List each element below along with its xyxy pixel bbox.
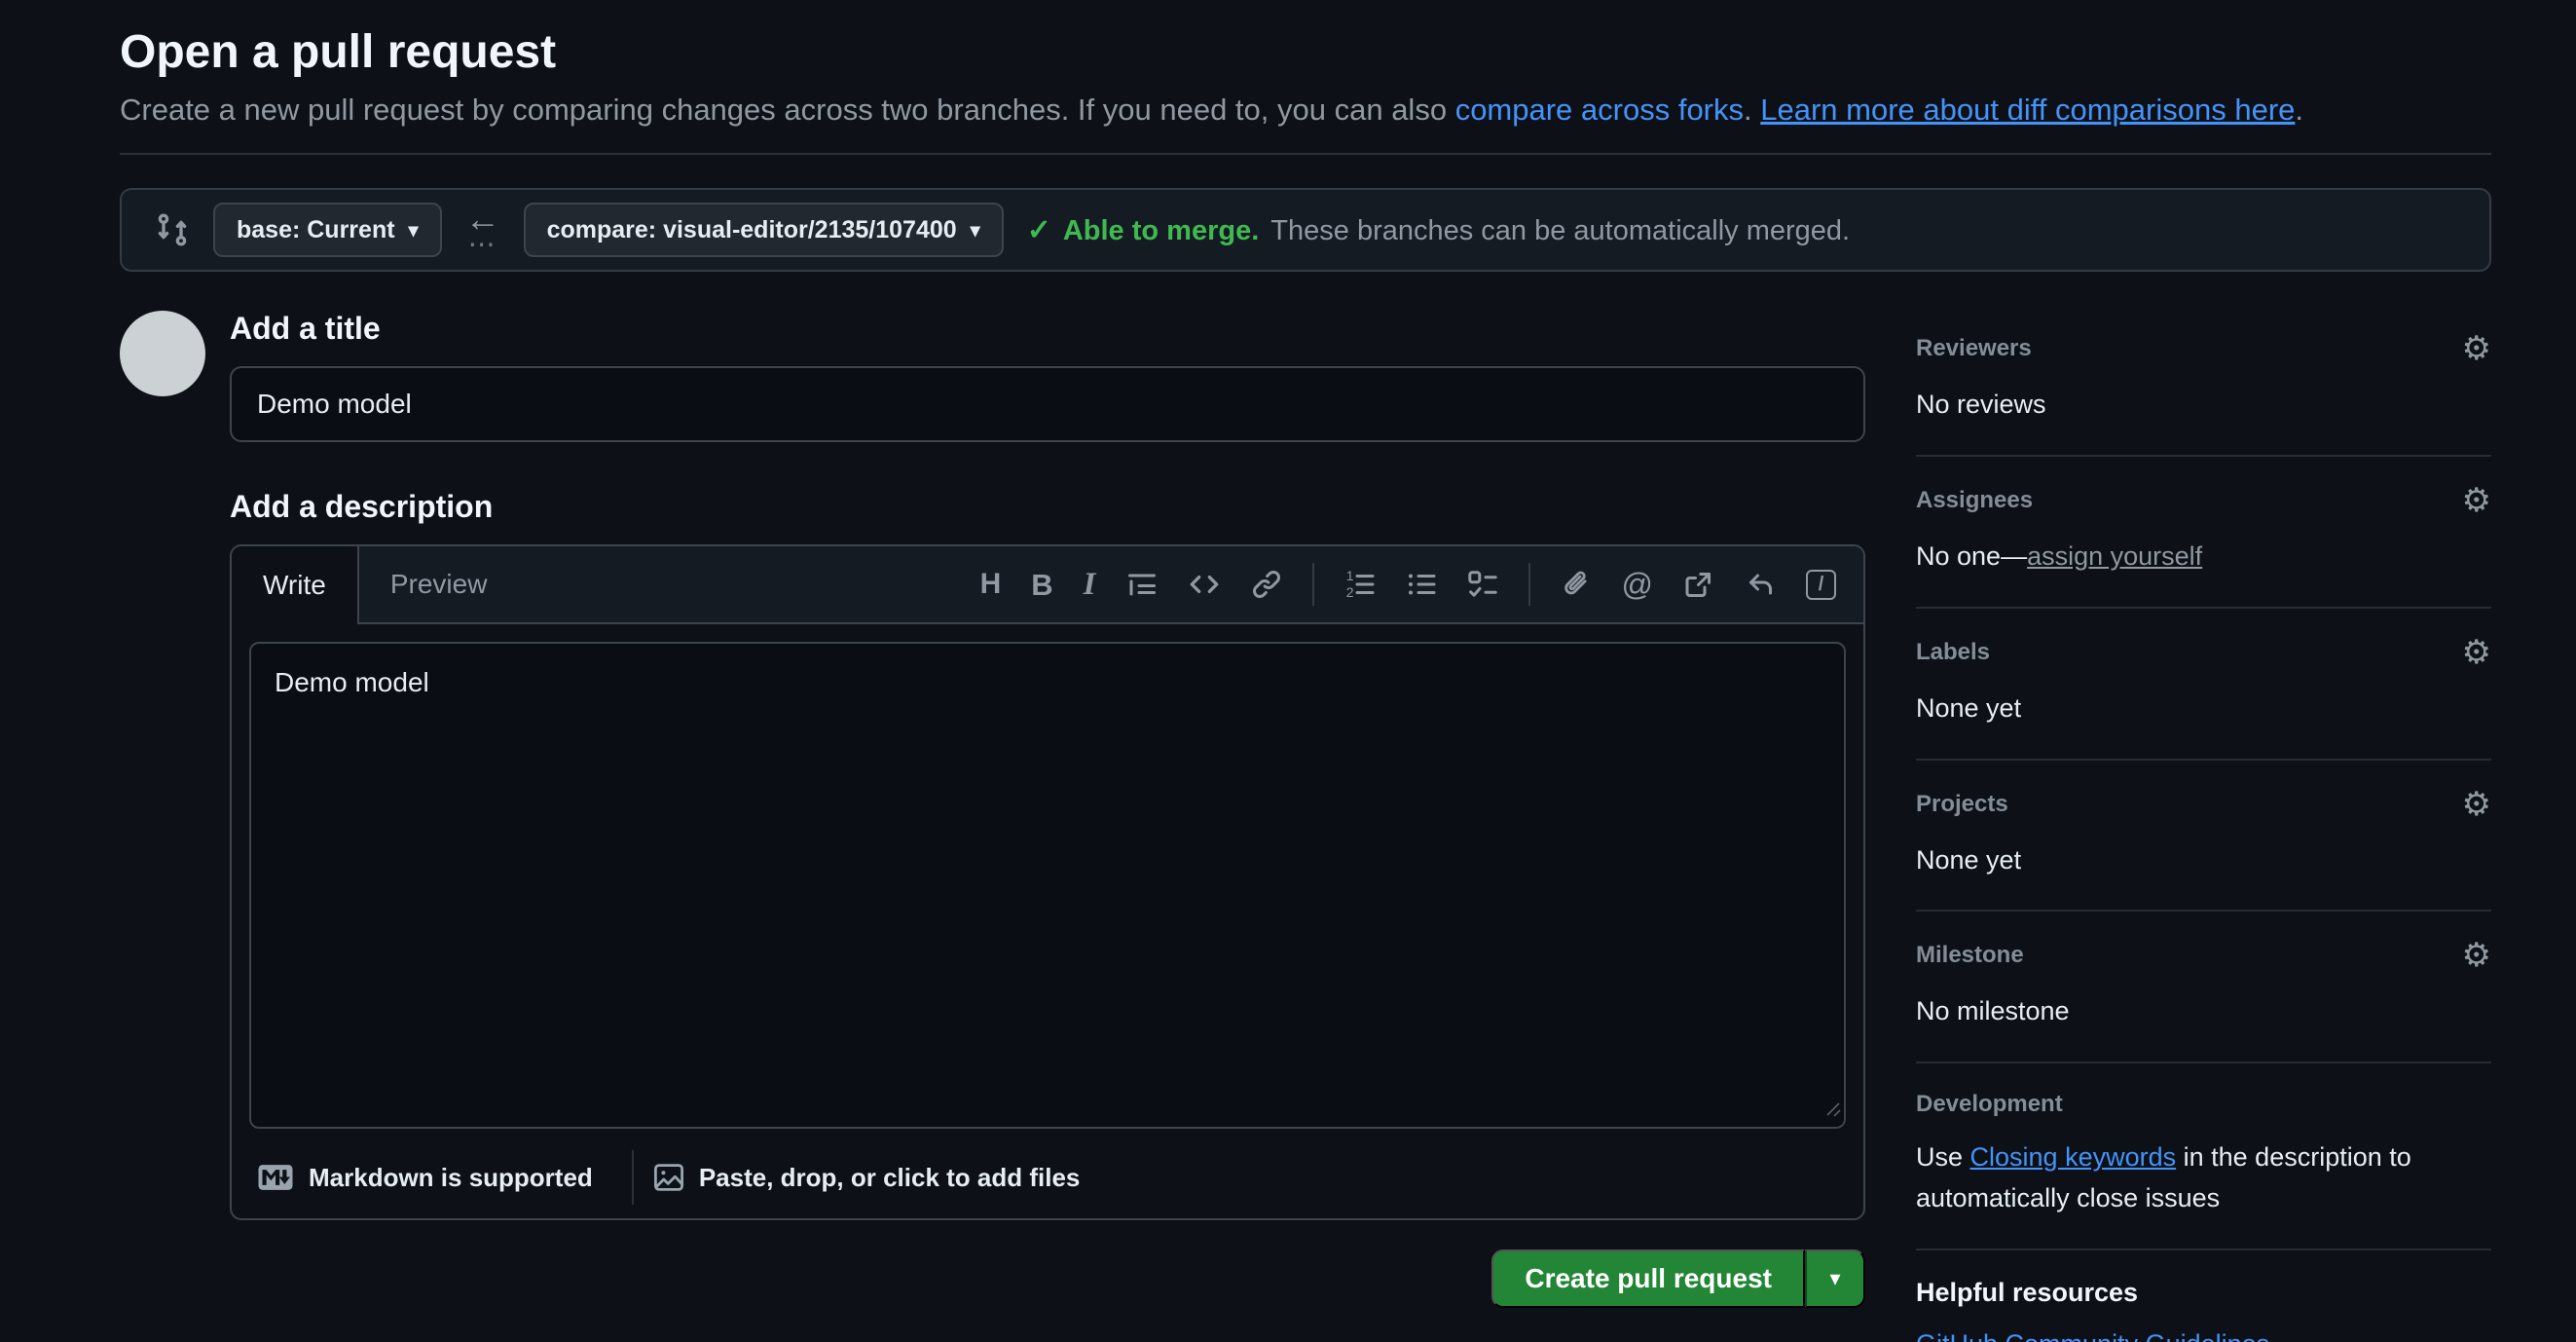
- labels-title: Labels: [1916, 639, 1990, 666]
- title-section-heading: Add a title: [230, 311, 1865, 347]
- main-row: Add a title Add a description Write Prev…: [120, 311, 2491, 1342]
- gear-icon[interactable]: ⚙: [2462, 636, 2491, 669]
- editor-body: Demo model: [232, 624, 1863, 1146]
- compare-branch-dropdown[interactable]: compare: visual-editor/2135/107400 ▾: [524, 203, 1004, 257]
- create-pull-request-button[interactable]: Create pull request: [1491, 1249, 1805, 1308]
- tab-write[interactable]: Write: [232, 546, 359, 624]
- sidebar: Reviewers ⚙ No reviews Assignees ⚙ No on…: [1916, 311, 2491, 1342]
- compare-across-forks-link[interactable]: compare across forks: [1455, 93, 1744, 127]
- sidebar-section-reviewers: Reviewers ⚙ No reviews: [1916, 332, 2491, 457]
- markdown-supported-button[interactable]: Markdown is supported: [238, 1156, 632, 1199]
- actions-row: Create pull request ▾: [230, 1249, 1865, 1308]
- pr-form-column: Add a title Add a description Write Prev…: [230, 311, 1865, 1342]
- projects-title: Projects: [1916, 791, 2008, 818]
- open-pull-request-page: Open a pull request Create a new pull re…: [0, 0, 2576, 1342]
- sidebar-section-labels: Labels ⚙ None yet: [1916, 636, 2491, 761]
- labels-value: None yet: [1916, 689, 2491, 729]
- gear-icon[interactable]: ⚙: [2462, 332, 2491, 365]
- diff-comparisons-link[interactable]: Learn more about diff comparisons here: [1760, 93, 2295, 127]
- pr-title-input[interactable]: [230, 366, 1865, 442]
- git-compare-icon: [155, 212, 190, 247]
- gear-icon[interactable]: ⚙: [2462, 484, 2491, 517]
- base-branch-label: base: Current: [237, 216, 395, 244]
- chevron-down-icon: ▾: [409, 218, 419, 242]
- gear-icon[interactable]: ⚙: [2462, 939, 2491, 972]
- page-subtitle: Create a new pull request by comparing c…: [120, 93, 2491, 155]
- markdown-editor: Write Preview H B I: [230, 544, 1865, 1220]
- create-pull-request-dropdown[interactable]: ▾: [1805, 1249, 1865, 1308]
- check-icon: ✓: [1027, 213, 1051, 247]
- helpful-community-guidelines-link[interactable]: GitHub Community Guidelines: [1916, 1329, 2491, 1342]
- resize-grip[interactable]: [1822, 1093, 1841, 1124]
- add-files-button[interactable]: Paste, drop, or click to add files: [634, 1156, 1120, 1199]
- assignees-value-text: No one—: [1916, 541, 2027, 571]
- mention-icon[interactable]: @: [1622, 569, 1653, 600]
- milestone-value: No milestone: [1916, 991, 2491, 1032]
- gear-icon[interactable]: ⚙: [2462, 788, 2491, 821]
- tab-preview[interactable]: Preview: [359, 546, 519, 622]
- image-icon: [653, 1162, 684, 1193]
- toolbar-separator: [1312, 563, 1314, 606]
- assignees-title: Assignees: [1916, 487, 2033, 514]
- dots-icon: ⋯: [468, 231, 497, 258]
- svg-text:1: 1: [1345, 569, 1353, 583]
- editor-header: Write Preview H B I: [232, 546, 1863, 624]
- sidebar-section-development: Development Use Closing keywords in the …: [1916, 1091, 2491, 1250]
- description-section-heading: Add a description: [230, 489, 1865, 525]
- helpful-resources-title: Helpful resources: [1916, 1278, 2491, 1308]
- reviewers-value: No reviews: [1916, 385, 2491, 426]
- closing-keywords-link[interactable]: Closing keywords: [1970, 1142, 2177, 1172]
- markdown-icon: [257, 1164, 294, 1191]
- slash-command-icon[interactable]: /: [1806, 570, 1836, 600]
- base-branch-dropdown[interactable]: base: Current ▾: [213, 203, 442, 257]
- page-content: Open a pull request Create a new pull re…: [120, 0, 2491, 1342]
- cross-reference-icon[interactable]: [1683, 569, 1714, 600]
- bold-icon[interactable]: B: [1031, 570, 1052, 600]
- task-list-icon[interactable]: [1467, 569, 1498, 600]
- italic-icon[interactable]: I: [1084, 569, 1096, 601]
- link-icon[interactable]: [1251, 569, 1282, 600]
- assignees-value: No one—assign yourself: [1916, 537, 2491, 578]
- chevron-down-icon: ▾: [1829, 1266, 1840, 1291]
- editor-toolbar: H B I: [980, 546, 1836, 622]
- subtitle-text: Create a new pull request by comparing c…: [120, 93, 1455, 127]
- compare-branch-label: compare: visual-editor/2135/107400: [547, 216, 957, 244]
- sidebar-section-projects: Projects ⚙ None yet: [1916, 788, 2491, 913]
- assign-yourself-link[interactable]: assign yourself: [2027, 541, 2202, 571]
- projects-value: None yet: [1916, 840, 2491, 881]
- numbered-list-icon[interactable]: 1 2: [1344, 569, 1376, 600]
- development-value: Use Closing keywords in the description …: [1916, 1137, 2491, 1219]
- add-files-label: Paste, drop, or click to add files: [699, 1163, 1081, 1193]
- development-title: Development: [1916, 1091, 2063, 1118]
- chevron-down-icon: ▾: [971, 218, 980, 242]
- merge-status: ✓ Able to merge. These branches can be a…: [1027, 213, 1850, 247]
- development-text-prefix: Use: [1916, 1142, 1970, 1172]
- merge-status-title: Able to merge.: [1063, 215, 1259, 247]
- quote-icon[interactable]: [1126, 569, 1158, 600]
- subtitle-separator: .: [1744, 93, 1760, 127]
- slash-glyph: /: [1819, 574, 1824, 596]
- merge-status-detail: These branches can be automatically merg…: [1270, 215, 1850, 247]
- sidebar-helpful-resources: Helpful resources GitHub Community Guide…: [1916, 1278, 2491, 1342]
- create-pull-request-split-button: Create pull request ▾: [1491, 1249, 1865, 1308]
- avatar: [120, 311, 205, 396]
- reply-icon[interactable]: [1745, 569, 1776, 600]
- sidebar-section-milestone: Milestone ⚙ No milestone: [1916, 939, 2491, 1063]
- toolbar-separator: [1528, 563, 1530, 606]
- reviewers-title: Reviewers: [1916, 335, 2032, 362]
- sidebar-section-assignees: Assignees ⚙ No one—assign yourself: [1916, 484, 2491, 609]
- svg-text:2: 2: [1345, 584, 1353, 600]
- milestone-title: Milestone: [1916, 942, 2024, 969]
- attach-file-icon[interactable]: [1561, 569, 1592, 600]
- branch-compare-bar: base: Current ▾ ← ⋯ compare: visual-edit…: [120, 188, 2491, 272]
- code-icon[interactable]: [1188, 568, 1221, 601]
- markdown-supported-label: Markdown is supported: [309, 1163, 593, 1193]
- pr-description-textarea[interactable]: Demo model: [249, 642, 1846, 1129]
- subtitle-period: .: [2295, 93, 2303, 127]
- bullet-list-icon[interactable]: [1406, 569, 1437, 600]
- compare-direction-arrow-icon: ← ⋯: [465, 202, 500, 258]
- page-title: Open a pull request: [120, 25, 2491, 79]
- editor-footer: Markdown is supported Past: [232, 1146, 1863, 1218]
- heading-icon[interactable]: H: [980, 570, 1002, 599]
